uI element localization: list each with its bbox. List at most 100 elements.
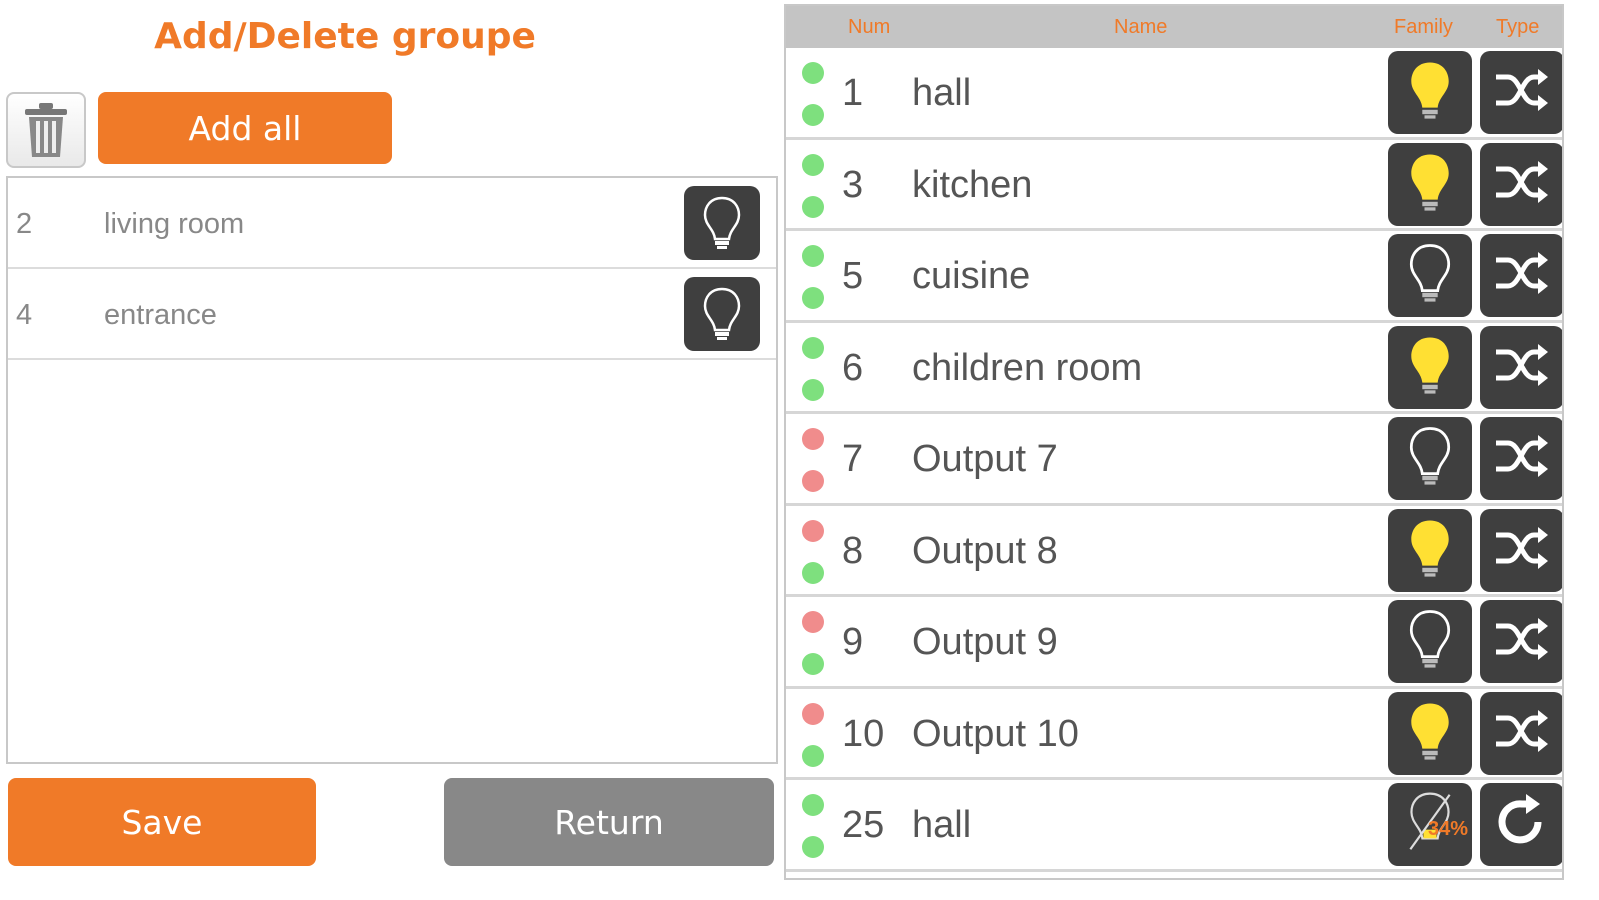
group-item-name: living room bbox=[104, 208, 245, 240]
bulb-on-icon bbox=[1408, 517, 1452, 584]
status-dot-bottom bbox=[802, 104, 824, 126]
table-row[interactable]: 3 kitchen bbox=[786, 140, 1562, 231]
bulb-on-icon bbox=[1408, 59, 1452, 126]
list-item[interactable]: 4 entrance bbox=[8, 269, 776, 360]
family-button[interactable]: 34% bbox=[1388, 783, 1472, 866]
status-dot-top bbox=[802, 702, 824, 725]
output-num: 6 bbox=[842, 346, 864, 389]
status-dot-bottom bbox=[802, 195, 824, 218]
family-button[interactable] bbox=[1388, 51, 1472, 134]
table-row[interactable]: 25 hall 34% bbox=[786, 780, 1562, 872]
family-button[interactable] bbox=[1388, 234, 1472, 317]
output-list: Num Name Family Type 1 hall 3 kitchen 5 cuisi… bbox=[784, 4, 1564, 880]
shuffle-icon bbox=[1492, 431, 1552, 486]
status-dot-top bbox=[802, 611, 824, 633]
output-num: 3 bbox=[842, 163, 864, 206]
output-name: Output 7 bbox=[912, 438, 1058, 480]
group-item-num: 2 bbox=[16, 208, 33, 240]
table-row[interactable]: 10 Output 10 bbox=[786, 689, 1562, 780]
delete-button[interactable] bbox=[6, 92, 86, 168]
table-header: Num Name Family Type bbox=[786, 6, 1562, 48]
header-num: Num bbox=[848, 16, 891, 38]
status-dot-top bbox=[802, 153, 824, 176]
output-num: 1 bbox=[842, 72, 864, 114]
header-type: Type bbox=[1496, 16, 1540, 38]
status-dot-top bbox=[802, 794, 824, 816]
status-dot-top bbox=[802, 245, 824, 267]
dimmer-level: 34% bbox=[1428, 818, 1469, 840]
output-name: hall bbox=[912, 72, 972, 114]
page-title: Add/Delete groupe bbox=[154, 16, 536, 57]
shuffle-icon bbox=[1492, 65, 1552, 120]
type-button[interactable] bbox=[1480, 325, 1562, 409]
header-name: Name bbox=[1114, 16, 1168, 38]
output-name: hall bbox=[912, 804, 972, 846]
table-row[interactable]: 9 Output 9 bbox=[786, 597, 1562, 689]
table-row[interactable]: 1 hall bbox=[786, 48, 1562, 140]
type-button[interactable] bbox=[1480, 234, 1562, 317]
output-name: Output 9 bbox=[912, 621, 1058, 663]
group-list: 2 living room 4 entrance bbox=[6, 176, 778, 764]
bulb-on-icon bbox=[1408, 700, 1452, 767]
bulb-off-icon bbox=[1408, 242, 1452, 309]
output-name: children room bbox=[912, 346, 1143, 389]
status-dot-top bbox=[802, 62, 824, 84]
list-item[interactable]: 2 living room bbox=[8, 178, 776, 269]
header-family: Family bbox=[1394, 16, 1453, 38]
type-button[interactable] bbox=[1480, 783, 1562, 866]
family-button[interactable] bbox=[1388, 417, 1472, 500]
status-dot-bottom bbox=[802, 378, 824, 401]
output-num: 10 bbox=[842, 712, 885, 755]
trash-icon bbox=[25, 103, 67, 157]
return-button[interactable]: Return bbox=[444, 778, 774, 866]
shuffle-icon bbox=[1492, 706, 1552, 761]
type-button[interactable] bbox=[1480, 508, 1562, 592]
status-dot-top bbox=[802, 519, 824, 542]
output-name: cuisine bbox=[912, 255, 1031, 297]
status-dot-top bbox=[802, 428, 824, 450]
type-button[interactable] bbox=[1480, 142, 1562, 226]
shuffle-icon bbox=[1492, 523, 1552, 578]
output-num: 7 bbox=[842, 438, 864, 480]
dimmer-bulb-icon: 34% bbox=[1406, 790, 1468, 859]
status-dot-top bbox=[802, 336, 824, 359]
bulb-on-icon bbox=[1408, 151, 1452, 218]
bulb-off-icon[interactable] bbox=[684, 277, 760, 351]
status-dot-bottom bbox=[802, 744, 824, 767]
table-row[interactable]: 8 Output 8 bbox=[786, 506, 1562, 597]
family-button[interactable] bbox=[1388, 691, 1472, 775]
table-row[interactable]: 5 cuisine bbox=[786, 231, 1562, 323]
refresh-icon bbox=[1492, 792, 1552, 857]
family-button[interactable] bbox=[1388, 600, 1472, 683]
group-item-num: 4 bbox=[16, 299, 33, 331]
output-num: 25 bbox=[842, 804, 885, 846]
shuffle-icon bbox=[1492, 157, 1552, 212]
bulb-off-icon[interactable] bbox=[684, 186, 760, 260]
table-row[interactable]: 7 Output 7 bbox=[786, 414, 1562, 506]
bulb-on-icon bbox=[1408, 334, 1452, 401]
add-all-button[interactable]: Add all bbox=[98, 92, 392, 164]
status-dot-bottom bbox=[802, 836, 824, 858]
status-dot-bottom bbox=[802, 470, 824, 492]
family-button[interactable] bbox=[1388, 142, 1472, 226]
shuffle-icon bbox=[1492, 248, 1552, 303]
output-name: Output 10 bbox=[912, 712, 1079, 755]
group-item-name: entrance bbox=[104, 299, 217, 331]
output-name: kitchen bbox=[912, 163, 1033, 206]
family-button[interactable] bbox=[1388, 325, 1472, 409]
shuffle-icon bbox=[1492, 340, 1552, 395]
output-num: 9 bbox=[842, 621, 864, 663]
family-button[interactable] bbox=[1388, 508, 1472, 592]
type-button[interactable] bbox=[1480, 51, 1562, 134]
status-dot-bottom bbox=[802, 287, 824, 309]
output-num: 5 bbox=[842, 255, 864, 297]
type-button[interactable] bbox=[1480, 600, 1562, 683]
bulb-off-icon bbox=[1408, 608, 1452, 675]
bulb-off-icon bbox=[1408, 425, 1452, 492]
save-button[interactable]: Save bbox=[8, 778, 316, 866]
table-row[interactable]: 6 children room bbox=[786, 323, 1562, 414]
output-name: Output 8 bbox=[912, 529, 1058, 572]
type-button[interactable] bbox=[1480, 417, 1562, 500]
status-dot-bottom bbox=[802, 653, 824, 675]
type-button[interactable] bbox=[1480, 691, 1562, 775]
